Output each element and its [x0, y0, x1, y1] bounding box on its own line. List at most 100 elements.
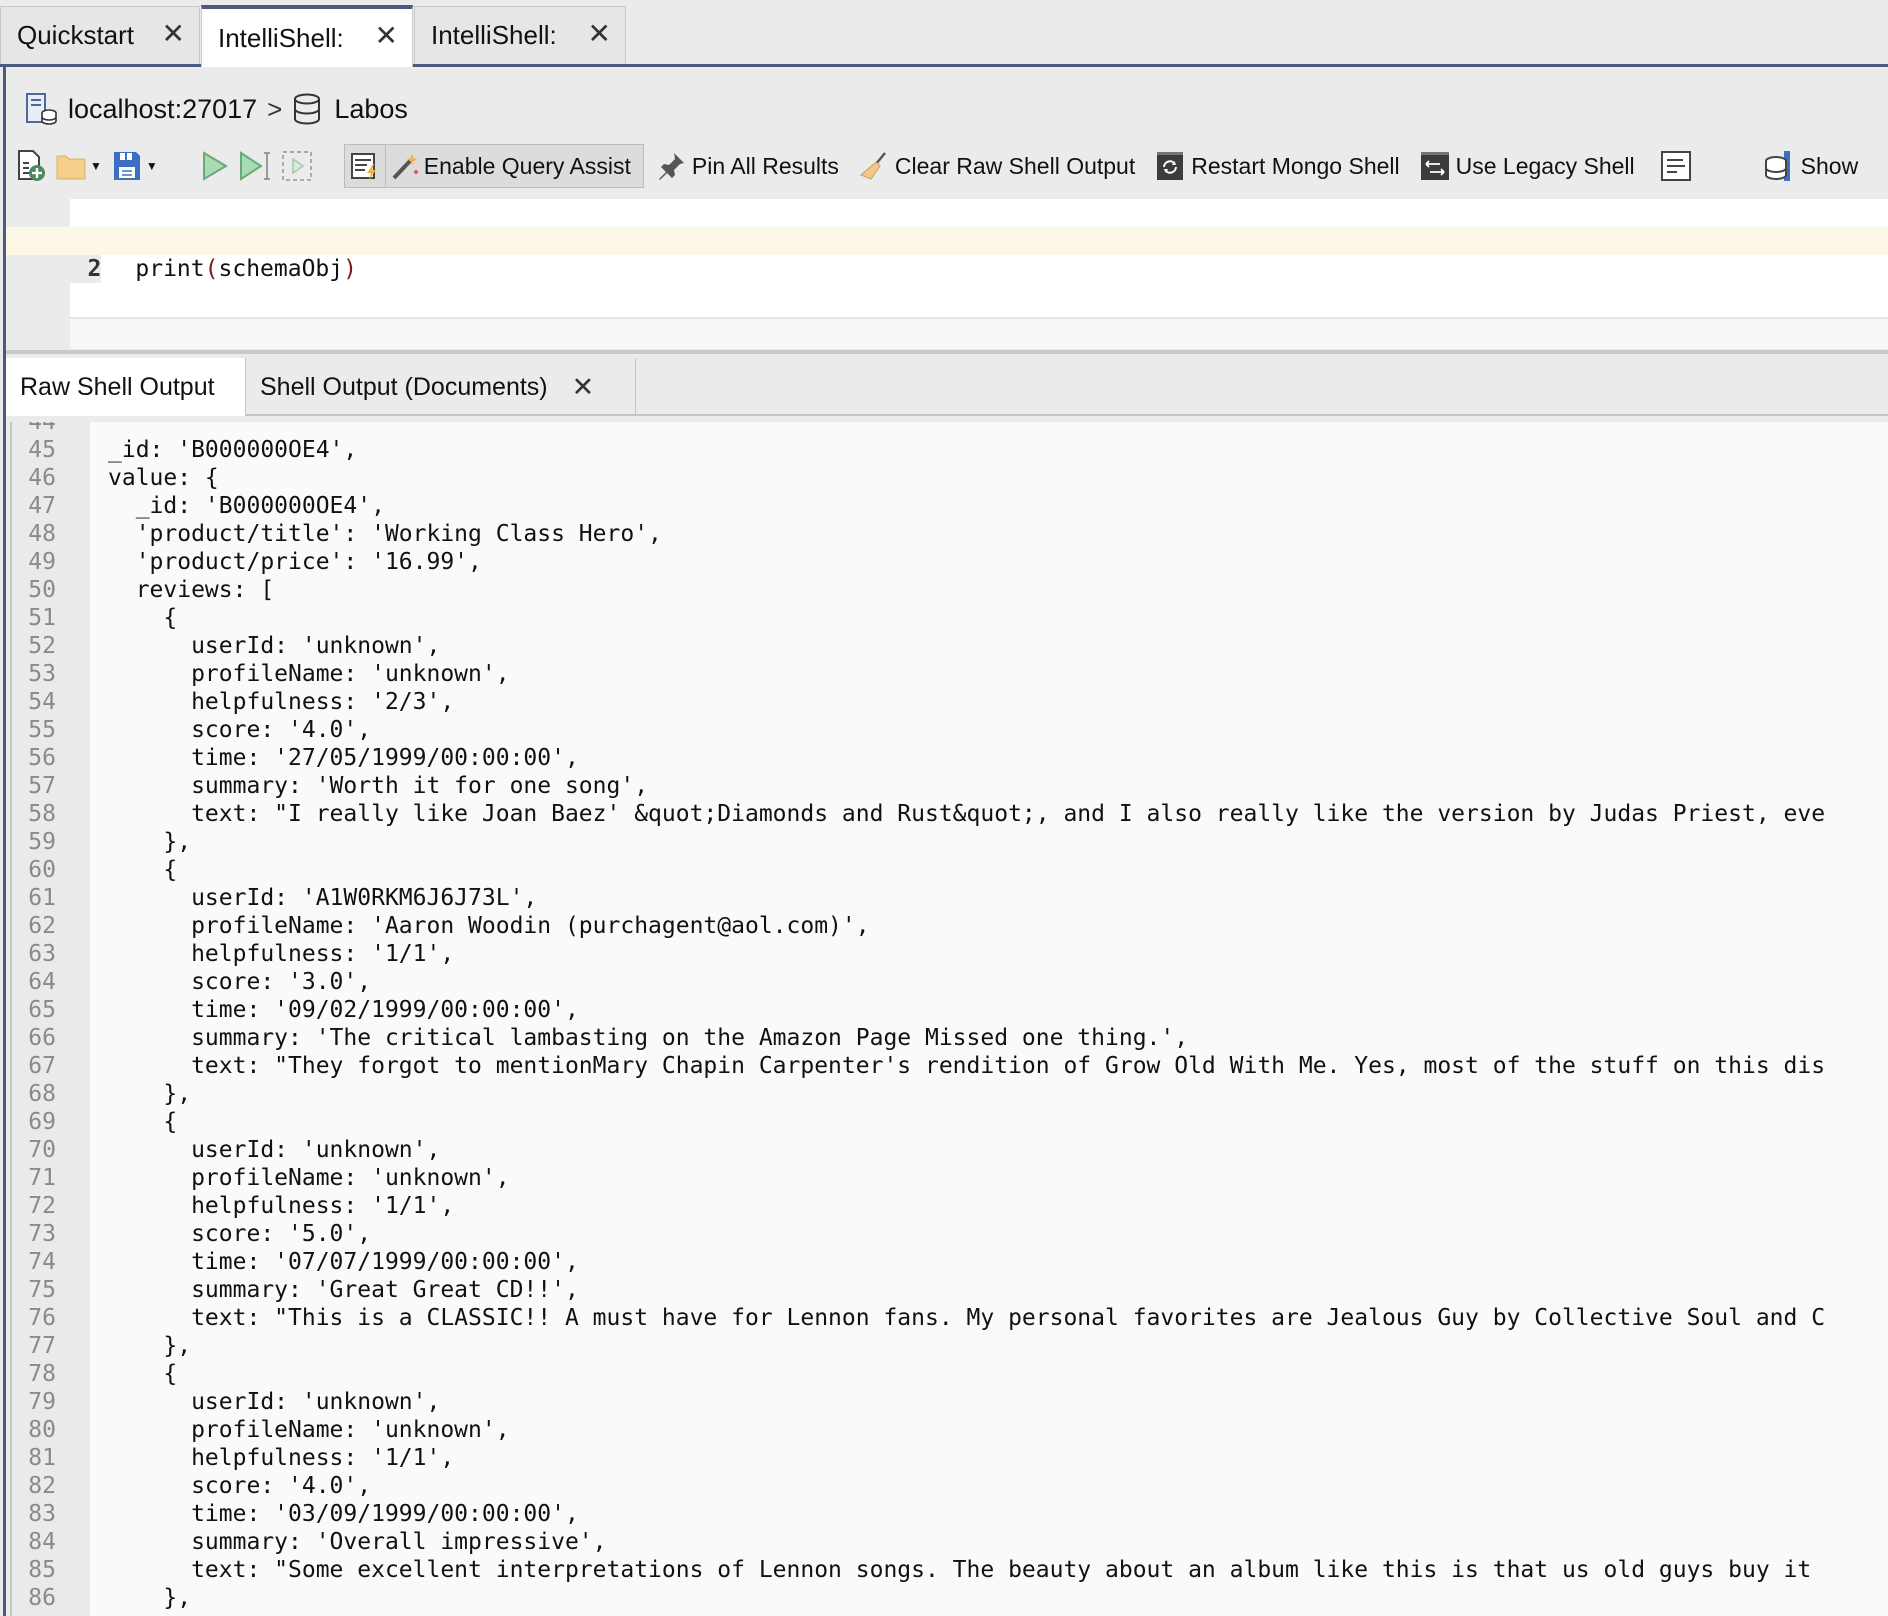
output-text: summary: 'Worth it for one song', [108, 773, 649, 799]
restart-mongo-shell-label: Restart Mongo Shell [1191, 152, 1400, 179]
line-number: 53 [28, 661, 56, 687]
output-line: 55 score: '4.0', [12, 716, 1888, 744]
output-text: score: '4.0', [108, 1473, 372, 1499]
server-icon [24, 92, 58, 126]
output-line: 45 _id: 'B000000OE4', [12, 436, 1888, 464]
output-text: profileName: 'Aaron Woodin (purchagent@a… [108, 913, 870, 939]
run-icon[interactable] [198, 149, 232, 183]
output-text: helpfulness: '1/1', [108, 1445, 455, 1471]
line-number: 70 [28, 1137, 56, 1163]
tab-raw-shell-output[interactable]: Raw Shell Output [6, 358, 246, 416]
output-line: 66 summary: 'The critical lambasting on … [12, 1024, 1888, 1052]
output-line: 75 summary: 'Great Great CD!!', [12, 1276, 1888, 1304]
output-line: 74 time: '07/07/1999/00:00:00', [12, 1248, 1888, 1276]
format-text-icon[interactable] [1659, 149, 1693, 183]
line-number: 74 [28, 1249, 56, 1275]
output-text: time: '03/09/1999/00:00:00', [108, 1501, 579, 1527]
clear-raw-shell-output-label: Clear Raw Shell Output [894, 152, 1136, 179]
output-line: 81 helpfulness: '1/1', [12, 1444, 1888, 1472]
raw-shell-output-panel[interactable]: 44 45 _id: 'B000000OE4', 46 value: {47 _id: … [10, 422, 1888, 1616]
output-text: summary: 'Great Great CD!!', [108, 1277, 579, 1303]
line-number: 64 [28, 969, 56, 995]
chevron-down-icon[interactable]: ▼ [90, 159, 102, 173]
pin-icon [654, 149, 688, 183]
run-current-statement-icon[interactable] [236, 149, 276, 183]
tab-label: IntelliShell: [431, 20, 557, 50]
close-icon[interactable]: ✕ [162, 17, 185, 50]
script-editor[interactable]: 1var schemaObj = db.products.findOne(); … [6, 199, 1888, 349]
output-text: userId: 'A1W0RKM6J6J73L', [108, 885, 538, 911]
new-script-icon[interactable] [14, 149, 48, 183]
output-line: 46 value: { [12, 464, 1888, 492]
save-icon[interactable] [112, 149, 142, 183]
line-number: 48 [28, 521, 56, 547]
output-line: 44 [12, 422, 1888, 436]
code-line-current[interactable]: 2 print(schemaObj) [6, 227, 1888, 283]
enable-query-assist-label: Enable Query Assist [423, 152, 631, 179]
output-text: userId: 'unknown', [108, 633, 441, 659]
output-text: value: { [108, 465, 219, 491]
output-line: 73 score: '5.0', [12, 1220, 1888, 1248]
tab-label: Quickstart [17, 20, 135, 50]
output-line: 50 reviews: [ [12, 576, 1888, 604]
code-line[interactable]: 1var schemaObj = db.products.findOne(); [6, 199, 1888, 254]
output-line: 54 helpfulness: '2/3', [12, 688, 1888, 716]
output-line: 70 userId: 'unknown', [12, 1136, 1888, 1164]
open-folder-icon[interactable] [56, 149, 86, 183]
close-icon[interactable]: ✕ [375, 19, 398, 52]
line-number: 49 [28, 549, 56, 575]
output-line: 64 score: '3.0', [12, 968, 1888, 996]
output-line: 57 summary: 'Worth it for one song', [12, 772, 1888, 800]
line-number: 68 [28, 1081, 56, 1107]
tab-intellishell[interactable]: IntelliShell: ✕ [414, 6, 626, 64]
breadcrumb-server[interactable]: localhost:27017 [68, 94, 257, 125]
chevron-down-icon[interactable]: ▼ [146, 159, 158, 173]
line-number: 83 [28, 1501, 56, 1527]
output-line: 51 { [12, 604, 1888, 632]
output-text: text: "They forgot to mentionMary Chapin… [108, 1053, 1826, 1079]
output-line: 48 'product/title': 'Working Class Hero'… [12, 520, 1888, 548]
output-text: text: "Some excellent interpretations of… [108, 1557, 1812, 1583]
close-icon[interactable]: ✕ [588, 17, 611, 50]
output-text: helpfulness: '2/3', [108, 689, 455, 715]
show-button[interactable]: Show [1763, 149, 1858, 183]
clear-raw-shell-output-button[interactable]: Clear Raw Shell Output [857, 149, 1135, 183]
output-text: helpfulness: '1/1', [108, 941, 455, 967]
database-show-icon [1763, 149, 1797, 183]
line-number: 75 [28, 1277, 56, 1303]
line-number: 86 [28, 1585, 56, 1611]
line-number: 56 [28, 745, 56, 771]
restart-icon [1153, 149, 1187, 183]
tab-quickstart[interactable]: Quickstart ✕ [0, 6, 200, 64]
output-text: score: '4.0', [108, 717, 372, 743]
splitter-handle[interactable] [6, 350, 1888, 354]
output-text: profileName: 'unknown', [108, 661, 510, 687]
output-text: score: '5.0', [108, 1221, 372, 1247]
tab-shell-output-documents[interactable]: Shell Output (Documents) ✕ [246, 358, 636, 416]
pin-all-results-button[interactable]: Pin All Results [654, 149, 839, 183]
tab-intellishell-active[interactable]: IntelliShell: ✕ [201, 5, 413, 67]
use-legacy-shell-button[interactable]: Use Legacy Shell [1418, 149, 1635, 183]
restart-mongo-shell-button[interactable]: Restart Mongo Shell [1153, 149, 1400, 183]
output-line: 56 time: '27/05/1999/00:00:00', [12, 744, 1888, 772]
output-line: 58 text: "I really like Joan Baez' &quot… [12, 800, 1888, 828]
line-number: 55 [28, 717, 56, 743]
query-assist-toggle-group: Enable Query Assist [343, 144, 644, 188]
line-number: 79 [28, 1389, 56, 1415]
query-assist-panel-icon[interactable] [345, 145, 385, 187]
output-text: }, [108, 829, 192, 855]
output-line: 83 time: '03/09/1999/00:00:00', [12, 1500, 1888, 1528]
output-line: 69 { [12, 1108, 1888, 1136]
line-number: 57 [28, 773, 56, 799]
close-icon[interactable]: ✕ [572, 372, 595, 403]
output-line: 60 { [12, 856, 1888, 884]
output-text: { [108, 605, 178, 631]
output-text: { [108, 1361, 178, 1387]
use-legacy-shell-label: Use Legacy Shell [1455, 152, 1635, 179]
breadcrumb-database[interactable]: Labos [334, 94, 408, 125]
run-selection-icon[interactable] [280, 149, 314, 183]
line-number: 78 [28, 1361, 56, 1387]
line-number: 50 [28, 577, 56, 603]
line-number: 80 [28, 1417, 56, 1443]
enable-query-assist-button[interactable]: Enable Query Assist [384, 145, 635, 187]
